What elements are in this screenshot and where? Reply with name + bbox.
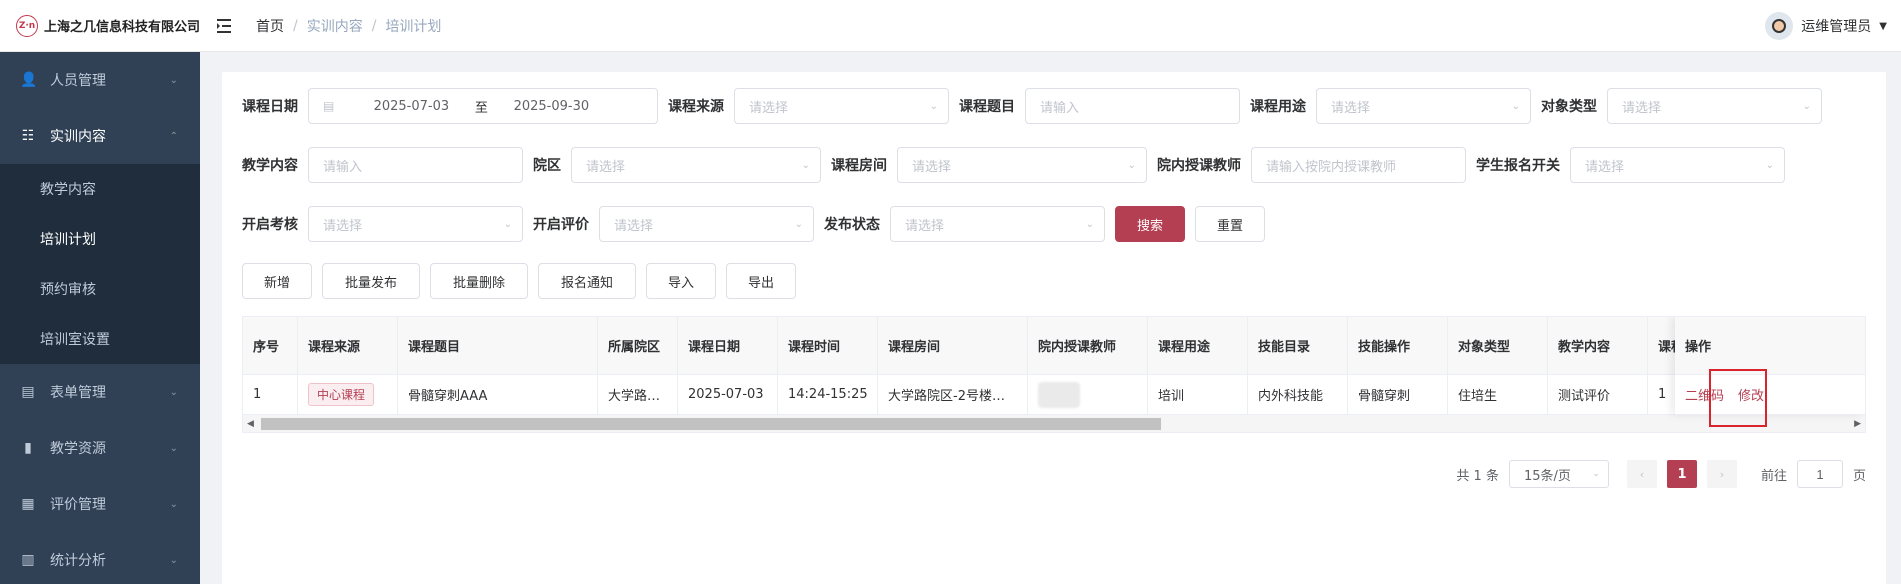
signup-notify-button[interactable]: 报名通知 (538, 263, 636, 299)
next-page-icon[interactable]: › (1706, 460, 1737, 488)
chevron-down-icon: ⌄ (503, 218, 512, 230)
sidebar-toggle-icon[interactable] (216, 16, 236, 36)
course-room-select[interactable]: 请选择 ⌄ (897, 147, 1147, 183)
course-source-select[interactable]: 请选择 ⌄ (734, 88, 949, 124)
breadcrumb-home[interactable]: 首页 (256, 16, 284, 36)
prev-page-icon[interactable]: ‹ (1626, 460, 1657, 488)
form-icon: ▤ (21, 384, 35, 400)
pagination: 共 1 条 15条/页⌄ ‹ 1 › 前往 页 (1456, 460, 1866, 488)
table-header: 序号 课程来源 课程题目 所属院区 课程日期 课程时间 课程房间 院内授课教师 … (243, 317, 1865, 375)
chevron-down-icon: ⌄ (169, 386, 178, 398)
chevron-down-icon: ⌄ (1085, 218, 1094, 230)
operation-column: 操作 二维码 修改 (1675, 317, 1865, 415)
chevron-down-icon: ⌄ (169, 74, 178, 86)
page-number-current[interactable]: 1 (1666, 460, 1697, 488)
sidebar-sub-plan[interactable]: 培训计划 (0, 214, 200, 264)
teaching-content-input[interactable]: 请输入 (308, 147, 523, 183)
caret-down-icon[interactable]: ▼ (1879, 21, 1887, 32)
chevron-down-icon: ⌄ (169, 554, 178, 566)
date-range-picker[interactable]: ▤ 2025-07-03 至 2025-09-30 (308, 88, 658, 124)
calendar-icon: ▤ (323, 99, 335, 113)
breadcrumb-content[interactable]: 实训内容 (307, 16, 363, 36)
chevron-up-icon: ⌃ (169, 130, 178, 142)
top-header: Z·n 上海之几信息科技有限公司 首页 / 实训内容 / 培训计划 运维管理员 … (0, 0, 1901, 52)
sidebar-item-stats[interactable]: ▥ 统计分析 ⌄ (0, 532, 200, 584)
user-name[interactable]: 运维管理员 (1801, 16, 1871, 36)
chevron-down-icon: ⌄ (794, 218, 803, 230)
course-source-tag: 中心课程 (308, 383, 375, 406)
content-icon: ☷ (21, 128, 35, 144)
table-row[interactable]: 1 中心课程 骨髓穿刺AAA 大学路… 2025-07-03 14:24-15:… (243, 375, 1865, 415)
chevron-down-icon: ⌄ (169, 442, 178, 454)
course-topic-input[interactable]: 请输入 (1025, 88, 1240, 124)
sidebar-sub-teaching[interactable]: 教学内容 (0, 164, 200, 214)
highlight-box (1709, 369, 1767, 427)
logo-icon: Z·n (16, 14, 38, 37)
chevron-down-icon: ⌄ (1802, 100, 1811, 112)
total-count: 共 1 条 (1456, 468, 1499, 484)
chevron-down-icon: ⌄ (1511, 100, 1520, 112)
sidebar-item-resource[interactable]: ▮ 教学资源 ⌄ (0, 420, 200, 476)
publish-status-select[interactable]: 请选择 ⌄ (890, 206, 1105, 242)
batch-publish-button[interactable]: 批量发布 (322, 263, 420, 299)
sidebar-item-form[interactable]: ▤ 表单管理 ⌄ (0, 364, 200, 420)
sidebar-item-people[interactable]: 👤 人员管理 ⌄ (0, 52, 200, 108)
avatar[interactable] (1765, 12, 1794, 40)
add-button[interactable]: 新增 (242, 263, 312, 299)
sidebar-sub-review[interactable]: 预约审核 (0, 264, 200, 314)
people-icon: 👤 (20, 72, 38, 88)
chevron-down-icon: ⌄ (1592, 469, 1600, 479)
open-eval-select[interactable]: 请选择 ⌄ (599, 206, 814, 242)
chevron-down-icon: ⌄ (1765, 159, 1774, 171)
user-menu[interactable]: 运维管理员 ▼ (1765, 12, 1887, 40)
horizontal-scrollbar[interactable]: ◀ ▶ (243, 415, 1865, 432)
breadcrumb-current: 培训计划 (385, 18, 442, 35)
scroll-thumb[interactable] (261, 417, 1161, 430)
campus-select[interactable]: 请选择 ⌄ (571, 147, 821, 183)
filter-row-1: 课程日期 ▤ 2025-07-03 至 2025-09-30 课程来源 请选择 ⌄… (242, 88, 1832, 124)
filter-row-3: 开启考核 请选择 ⌄ 开启评价 请选择 ⌄ 发布状态 请选择 ⌄ 搜索 重置 (242, 206, 1265, 242)
sidebar-item-content[interactable]: ☷ 实训内容 ⌃ (0, 108, 200, 164)
company-name: 上海之几信息科技有限公司 (44, 20, 201, 35)
evaluation-icon: ▦ (21, 496, 35, 512)
course-use-select[interactable]: 请选择 ⌄ (1316, 88, 1531, 124)
page-size-select[interactable]: 15条/页 ⌄ (1508, 460, 1609, 488)
teacher-input[interactable]: 请输入按院内授课教师 (1251, 147, 1466, 183)
main-panel: 课程日期 ▤ 2025-07-03 至 2025-09-30 课程来源 请选择 ⌄… (222, 72, 1886, 584)
chevron-down-icon: ⌄ (1127, 159, 1136, 171)
import-button[interactable]: 导入 (646, 263, 716, 299)
resource-icon: ▮ (24, 440, 32, 456)
submenu-content: 教学内容 培训计划 预约审核 培训室设置 (0, 164, 200, 364)
action-toolbar: 新增 批量发布 批量删除 报名通知 导入 导出 (242, 263, 796, 299)
chevron-down-icon: ⌄ (801, 159, 810, 171)
reset-button[interactable]: 重置 (1195, 206, 1265, 242)
company-logo: Z·n 上海之几信息科技有限公司 (0, 14, 201, 37)
target-type-select[interactable]: 请选择 ⌄ (1607, 88, 1822, 124)
filter-row-2: 教学内容 请输入 院区 请选择 ⌄ 课程房间 请选择 ⌄ 院内授课教师 请输入按院内… (242, 147, 1795, 183)
chevron-down-icon: ⌄ (169, 498, 178, 510)
stats-icon: ▥ (21, 552, 35, 568)
sidebar: 👤 人员管理 ⌄ ☷ 实训内容 ⌃ 教学内容 培训计划 预约审核 培训室设置 ▤… (0, 52, 200, 584)
blurred-teacher-name (1038, 381, 1080, 408)
signup-switch-select[interactable]: 请选择 ⌄ (1570, 147, 1785, 183)
export-button[interactable]: 导出 (726, 263, 796, 299)
chevron-down-icon: ⌄ (929, 100, 938, 112)
goto-page-input[interactable] (1796, 460, 1843, 488)
batch-delete-button[interactable]: 批量删除 (430, 263, 528, 299)
search-button[interactable]: 搜索 (1115, 206, 1185, 242)
sidebar-item-evaluation[interactable]: ▦ 评价管理 ⌄ (0, 476, 200, 532)
sidebar-sub-room[interactable]: 培训室设置 (0, 314, 200, 364)
scroll-right-icon[interactable]: ▶ (1854, 419, 1861, 429)
scroll-left-icon[interactable]: ◀ (247, 419, 254, 429)
breadcrumb: 首页 / 实训内容 / 培训计划 (256, 16, 442, 36)
open-exam-select[interactable]: 请选择 ⌄ (308, 206, 523, 242)
plan-table: 序号 课程来源 课程题目 所属院区 课程日期 课程时间 课程房间 院内授课教师 … (242, 316, 1866, 433)
